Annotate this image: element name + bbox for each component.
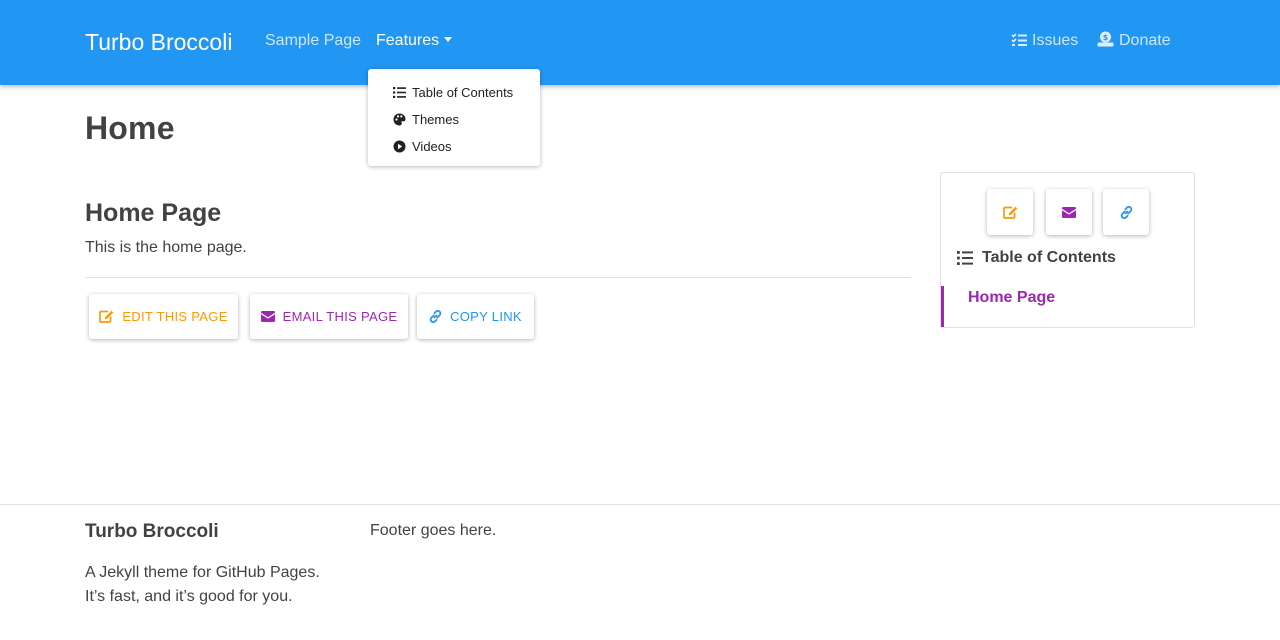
sidebar-edit-button[interactable] <box>987 189 1033 235</box>
link-icon <box>1120 205 1132 219</box>
edit-icon <box>99 310 114 323</box>
svg-text:$: $ <box>1103 33 1109 42</box>
email-this-page-button[interactable]: EMAIL THIS PAGE <box>250 294 408 339</box>
page-title: Home <box>85 110 175 146</box>
envelope-icon <box>260 311 275 322</box>
dropdown-item-label: Videos <box>412 139 452 154</box>
footer-title: Turbo Broccoli <box>85 521 219 542</box>
nav-issues[interactable]: Issues <box>1011 31 1078 51</box>
nav-donate[interactable]: $ Donate <box>1097 31 1171 51</box>
footer-description-line: A Jekyll theme for GitHub Pages. <box>85 564 320 581</box>
nav-donate-label: Donate <box>1119 32 1171 49</box>
list-icon <box>393 87 406 98</box>
email-button-label: EMAIL THIS PAGE <box>282 309 398 324</box>
toc-heading-label: Table of Contents <box>982 249 1116 266</box>
footer-description-line: It’s fast, and it’s good for you. <box>85 588 293 605</box>
page-body-text: This is the home page. <box>85 239 247 256</box>
footer-description: A Jekyll theme for GitHub Pages. It’s fa… <box>85 561 320 609</box>
copy-link-button[interactable]: COPY LINK <box>417 294 534 339</box>
section-title: Home Page <box>85 199 222 227</box>
dropdown-item-videos[interactable]: Videos <box>368 133 540 160</box>
sidebar-card: Table of Contents Home Page <box>940 172 1195 328</box>
dropdown-item-themes[interactable]: Themes <box>368 106 540 133</box>
footer-note: Footer goes here. <box>370 522 497 539</box>
copy-link-button-label: COPY LINK <box>450 309 522 324</box>
play-circle-icon <box>393 140 406 153</box>
navbar: Turbo Broccoli Sample Page Features Issu… <box>0 0 1280 85</box>
link-icon <box>429 310 442 323</box>
content-divider <box>85 277 911 278</box>
envelope-icon <box>1062 206 1076 218</box>
nav-features-label: Features <box>376 32 440 49</box>
toc-heading: Table of Contents <box>957 249 1116 267</box>
nav-issues-label: Issues <box>1032 32 1079 49</box>
edit-button-label: EDIT THIS PAGE <box>122 309 228 324</box>
dropdown-item-table-of-contents[interactable]: Table of Contents <box>368 79 540 106</box>
donate-icon: $ <box>1097 31 1114 47</box>
brand-link[interactable]: Turbo Broccoli <box>85 28 232 56</box>
features-dropdown-menu: Table of Contents Themes Videos <box>368 69 540 166</box>
edit-this-page-button[interactable]: EDIT THIS PAGE <box>89 294 238 339</box>
sidebar-copy-link-button[interactable] <box>1103 189 1149 235</box>
caret-down-icon <box>444 37 453 42</box>
palette-icon <box>393 113 406 126</box>
nav-sample-page[interactable]: Sample Page <box>265 31 361 51</box>
toc-item-home-page[interactable]: Home Page <box>941 286 1141 327</box>
tasks-icon <box>1011 33 1027 46</box>
sidebar-email-button[interactable] <box>1046 189 1092 235</box>
nav-features-dropdown[interactable]: Features <box>376 31 453 51</box>
footer-divider <box>0 504 1280 505</box>
edit-icon <box>1002 206 1017 219</box>
list-icon <box>957 251 973 265</box>
dropdown-item-label: Table of Contents <box>412 85 514 100</box>
dropdown-item-label: Themes <box>412 112 459 127</box>
